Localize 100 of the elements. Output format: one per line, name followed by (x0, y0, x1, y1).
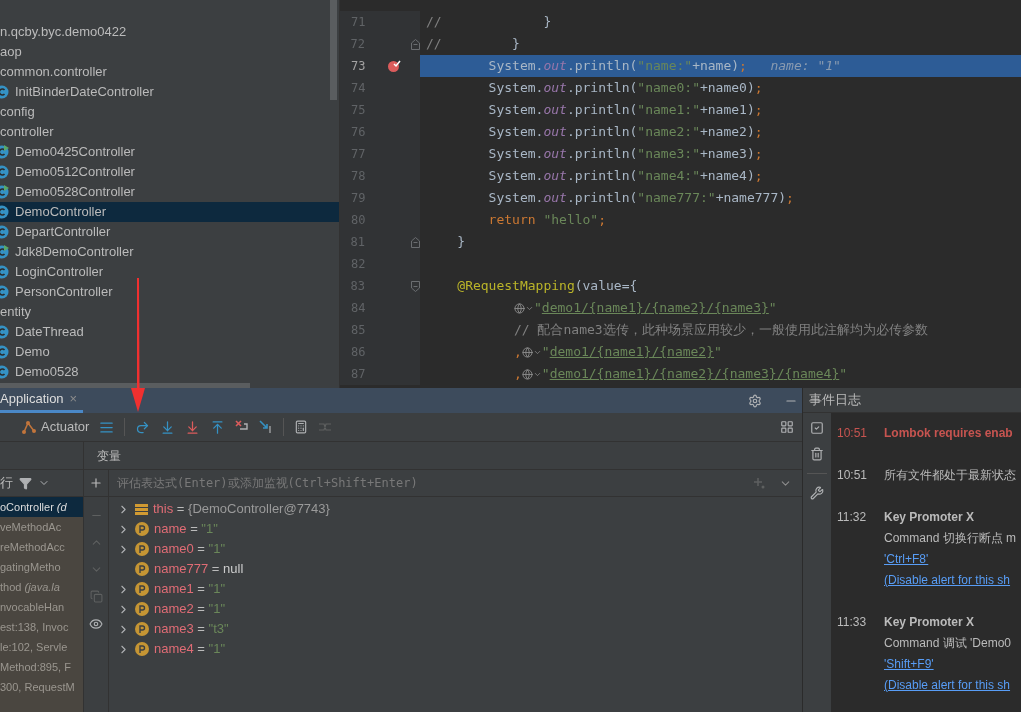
tree-item[interactable]: aop (0, 42, 339, 62)
settings-icon[interactable] (748, 393, 762, 408)
variables-title[interactable]: 变量 (97, 446, 121, 465)
log-time: 10:51 (837, 425, 869, 442)
parameter-icon (135, 562, 149, 576)
tree-item[interactable]: config (0, 102, 339, 122)
line-number: 73 (349, 58, 366, 75)
log-link[interactable]: (Disable alert for this sh (884, 570, 1017, 591)
log-link[interactable]: 'Shift+F9' (884, 654, 1011, 675)
variable-row[interactable]: name2 = "1" (109, 599, 802, 619)
tree-item[interactable]: Demo0512Controller (0, 162, 339, 182)
tree-item[interactable]: PersonController (0, 282, 339, 302)
code-line: System.out.println("name0:"+name0); (487, 79, 764, 98)
variable-row[interactable]: this = {DemoController@7743} (109, 499, 802, 519)
log-time: 11:33 (837, 614, 868, 631)
step-over-icon[interactable] (135, 419, 151, 435)
log-link[interactable]: 'Ctrl+F8' (884, 549, 1017, 570)
code-line: "demo1/{name1}/{name2}/{name3}" (420, 297, 1021, 319)
stack-frame[interactable]: est:138, Invoc (0, 617, 83, 637)
tree-item[interactable]: Demo0528Controller (0, 182, 339, 202)
tree-item[interactable]: LoginController (0, 262, 339, 282)
parameter-icon (135, 582, 149, 596)
frames-list-icon[interactable] (99, 419, 115, 435)
eye-icon[interactable] (89, 617, 103, 631)
actuator-button[interactable]: Actuator (22, 417, 90, 437)
tree-item[interactable]: n.qcby.byc.demo0422 (0, 22, 339, 42)
code-line: System.out.println("name4:"+name4); (487, 167, 764, 186)
code-line: System.out.println("name1:"+name1); (487, 101, 764, 120)
log-title: Key Promoter X (884, 614, 976, 631)
fold-start-icon[interactable] (411, 280, 420, 292)
log-time: 11:32 (837, 509, 868, 526)
tree-item[interactable]: entity (0, 302, 339, 322)
code-line: @RequestMapping(value={ (456, 277, 639, 296)
calculator-icon[interactable] (294, 420, 309, 434)
variable-row[interactable]: name0 = "1" (109, 539, 802, 559)
stack-frame[interactable]: gatingMetho (0, 557, 83, 577)
parameter-icon (135, 602, 149, 616)
checkbox-icon[interactable] (810, 421, 824, 435)
parameter-icon (135, 622, 149, 636)
stack-frame[interactable]: Method:895, F (0, 657, 83, 677)
variable-row[interactable]: name = "1" (109, 519, 802, 539)
code-line: // } (425, 35, 521, 54)
variable-row[interactable]: name777 = null (109, 559, 802, 579)
stack-frame[interactable]: oController (d (0, 497, 83, 517)
breakpoint-icon[interactable] (387, 59, 402, 73)
stack-frame[interactable]: reMethodAcc (0, 537, 83, 557)
variable-row[interactable]: name3 = "t3" (109, 619, 802, 639)
log-message: Command 切换行断点 m (884, 530, 1017, 547)
code-line: System.out.println("name2:"+name2); (487, 123, 764, 142)
parameter-icon (135, 542, 149, 556)
frames-filter-label: 行 (0, 474, 13, 493)
stack-frame[interactable]: nvocableHan (0, 597, 83, 617)
add-watch-icon[interactable] (753, 477, 765, 489)
code-line: // } (425, 13, 553, 32)
log-time: 10:51 (837, 467, 869, 484)
run-to-cursor-icon[interactable] (259, 420, 274, 434)
fold-end-icon[interactable] (411, 38, 420, 50)
trash-icon[interactable] (810, 447, 824, 461)
log-link[interactable]: (Disable alert for this sh (884, 675, 1011, 696)
tree-item[interactable]: controller (0, 122, 339, 142)
wrench-icon[interactable] (810, 486, 824, 500)
tree-item[interactable]: Demo (0, 342, 339, 362)
object-icon (135, 502, 148, 516)
tree-item[interactable]: DateThread (0, 322, 339, 342)
scrollbar[interactable] (330, 0, 337, 100)
tree-item[interactable]: common.controller (0, 62, 339, 82)
scrollbar[interactable] (0, 383, 250, 388)
code-line: } (456, 233, 467, 252)
add-watch-icon[interactable] (89, 476, 103, 490)
code-line: , "demo1/{name1}/{name2}/{name3}/{name4}" (513, 365, 849, 384)
code-line: System.out.println("name3:"+name3); (487, 145, 764, 164)
layout-icon[interactable] (780, 420, 794, 434)
tree-item[interactable]: DepartController (0, 222, 339, 242)
variable-row[interactable]: name1 = "1" (109, 579, 802, 599)
stack-frame[interactable]: 300, RequestM (0, 677, 83, 697)
parameter-icon (135, 642, 149, 656)
debug-tab[interactable]: Application × (0, 388, 84, 413)
nodes-icon (22, 420, 36, 434)
fold-end-icon[interactable] (411, 236, 420, 248)
log-title: Lombok requires enab (884, 425, 1013, 442)
web-link-icon[interactable] (521, 346, 542, 358)
tree-item[interactable]: Demo0528 (0, 362, 339, 382)
tree-item[interactable]: DemoController (0, 202, 339, 222)
stack-frame[interactable]: veMethodAc (0, 517, 83, 537)
code-line: , "demo1/{name1}/{name2}" (513, 343, 723, 362)
parameter-icon (135, 522, 149, 536)
tree-item[interactable]: Demo0425Controller (0, 142, 339, 162)
stack-frame[interactable]: le:102, Servle (0, 637, 83, 657)
event-log-title[interactable]: 事件日志 (809, 390, 861, 410)
web-link-icon[interactable] (514, 302, 534, 314)
tree-item[interactable]: InitBinderDateController (0, 82, 339, 102)
log-message: Command 调试 'Demo0 (884, 635, 1011, 652)
duplicate-icon[interactable] (89, 590, 103, 603)
log-title: Key Promoter X (884, 509, 976, 526)
filter-icon[interactable] (19, 476, 32, 490)
variable-row[interactable]: name4 = "1" (109, 639, 802, 659)
log-message: 所有文件都处于最新状态 (884, 467, 1016, 484)
stack-frame[interactable]: thod (java.la (0, 577, 83, 597)
web-link-icon[interactable] (521, 368, 542, 380)
tree-item[interactable]: Jdk8DemoController (0, 242, 339, 262)
